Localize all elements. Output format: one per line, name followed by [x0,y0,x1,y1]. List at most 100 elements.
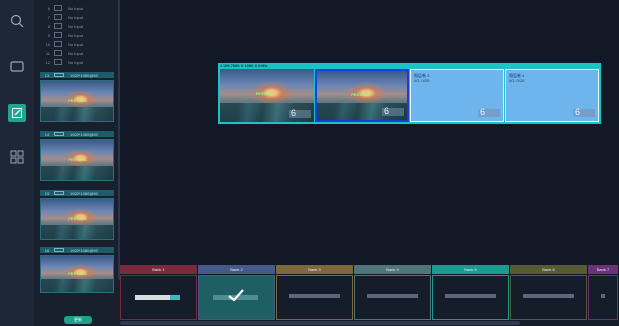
bank-label: Bank 3 [308,267,321,272]
layout-window[interactable]: 图层卷 4 0G: 0/20 6 [505,69,599,122]
source-thumbnail[interactable]: FESTIVAL [40,139,114,181]
bank-progress [135,295,180,300]
source-port-icon [54,248,64,252]
layout-canvas [120,0,619,265]
source-thumbnail[interactable]: FESTIVAL [40,198,114,240]
input-row[interactable]: 8 No Input [34,22,120,30]
bank-1[interactable]: Bank 1 [120,265,197,320]
input-number: 7 [47,14,50,20]
source-number: 13 [44,72,50,78]
bank-4[interactable]: Bank 4 [354,265,431,320]
bank-preview [588,275,618,320]
bank-preview [354,275,431,320]
preview-logo: FESTIVAL [255,91,275,97]
bank-preview [276,275,353,320]
bank-3[interactable]: Bank 3 [276,265,353,320]
window-icon[interactable] [8,58,26,76]
input-row[interactable]: 10 No Input [34,40,120,48]
source-thumbnail[interactable]: FESTIVAL [40,255,114,293]
input-number: 9 [47,32,50,38]
layout-window[interactable]: FESTIVAL 6 [220,69,314,122]
bank-label: Bank 6 [542,267,555,272]
progress-fill [170,295,180,300]
checkmark-icon [228,289,244,302]
source-port-icon [54,191,64,195]
bank-empty-bar [445,294,496,298]
preview-logo: FESTIVAL [68,156,88,162]
window-sub: 0G: 0/20 [509,78,525,83]
source-resolution: 1920*1080@60 [70,247,98,253]
source-resolution: 1920*1080@60 [70,190,98,196]
input-row[interactable]: 6 No Input [34,4,120,12]
input-port-icon [54,14,62,20]
bank-2[interactable]: Bank 2 [198,265,275,320]
preview-logo: FESTIVAL [68,97,88,103]
bank-scrollbar[interactable] [120,320,619,326]
input-row[interactable]: 7 No Input [34,13,120,21]
source-number: 14 [44,131,50,137]
input-label: No Input [68,5,84,11]
input-port-icon [54,50,62,56]
preview-logo: FESTIVAL [68,271,88,277]
scroll-thumb[interactable] [120,321,520,325]
input-label: No Input [68,32,84,38]
layout-window[interactable]: 图层卷 3 0G: 0/20 6 [410,69,504,122]
source-number: 15 [44,190,50,196]
bank-label: Bank 4 [386,267,399,272]
source-header[interactable]: 16 1920*1080@60 [40,247,114,253]
bank-tab[interactable]: Bank 5 [432,265,509,274]
window-sub: 0G: 0/20 [414,78,430,83]
bank-label: Bank 2 [230,267,243,272]
input-port-icon [54,32,62,38]
bank-empty-bar [289,294,340,298]
source-header[interactable]: 13 1920*1080@60 [40,72,114,78]
bank-tab[interactable]: Bank 7 [588,265,618,274]
input-number: 11 [45,50,50,56]
input-port-icon [54,23,62,29]
input-row[interactable]: 11 No Input [34,49,120,57]
preview-logo: FESTIVAL [68,215,88,221]
bank-tab[interactable]: Bank 1 [120,265,197,274]
bank-preview [510,275,587,320]
bank-preview [432,275,509,320]
input-port-icon [54,41,62,47]
window-number: 6 [479,107,485,117]
source-panel: 6 No Input 7 No Input 8 No Input 9 No Input 10 No… [34,0,120,326]
bank-empty-bar [523,294,574,298]
input-row[interactable]: 12 No Input [34,58,120,66]
bank-tab[interactable]: Bank 6 [510,265,587,274]
search-icon[interactable] [8,12,26,30]
bank-6[interactable]: Bank 6 [510,265,587,320]
source-resolution: 1920*1080@60 [70,131,98,137]
source-port-icon [54,132,64,136]
input-label: No Input [68,14,84,20]
screen-layout[interactable]: 1 UM 7680 X 1080 X 60Hz FESTIVAL 6 FESTIVA… [218,63,601,124]
window-label-block: 图层卷 4 0G: 0/20 [509,73,524,83]
grid-icon[interactable] [8,148,26,166]
bank-tab[interactable]: Bank 4 [354,265,431,274]
bank-7[interactable]: Bank 7 [588,265,618,320]
bank-5[interactable]: Bank 5 [432,265,509,320]
left-rail [0,0,34,326]
input-label: No Input [68,41,84,47]
input-number: 6 [47,5,50,11]
input-label: No Input [68,59,84,65]
edit-icon[interactable] [8,104,26,122]
source-port-icon [54,73,64,77]
layout-window[interactable]: FESTIVAL 6 [315,69,409,122]
source-thumbnail[interactable]: FESTIVAL [40,80,114,122]
input-port-icon [54,5,62,11]
window-label-block: 图层卷 3 0G: 0/20 [414,73,429,83]
bank-label: Bank 5 [464,267,477,272]
source-header[interactable]: 15 1920*1080@60 [40,190,114,196]
input-number: 10 [45,41,50,47]
bank-label: Bank 1 [152,267,165,272]
bank-bar: Bank 1 Bank 2 Bank 3 Bank 4 Bank 5 Bank 6 Bank… [120,265,619,320]
source-action-button[interactable]: 更新 [64,316,92,324]
input-row[interactable]: 9 No Input [34,31,120,39]
source-header[interactable]: 14 1920*1080@60 [40,131,114,137]
bank-tab[interactable]: Bank 3 [276,265,353,274]
bank-tab[interactable]: Bank 2 [198,265,275,274]
source-resolution: 1920*1080@60 [70,72,98,78]
window-number: 6 [574,107,580,117]
